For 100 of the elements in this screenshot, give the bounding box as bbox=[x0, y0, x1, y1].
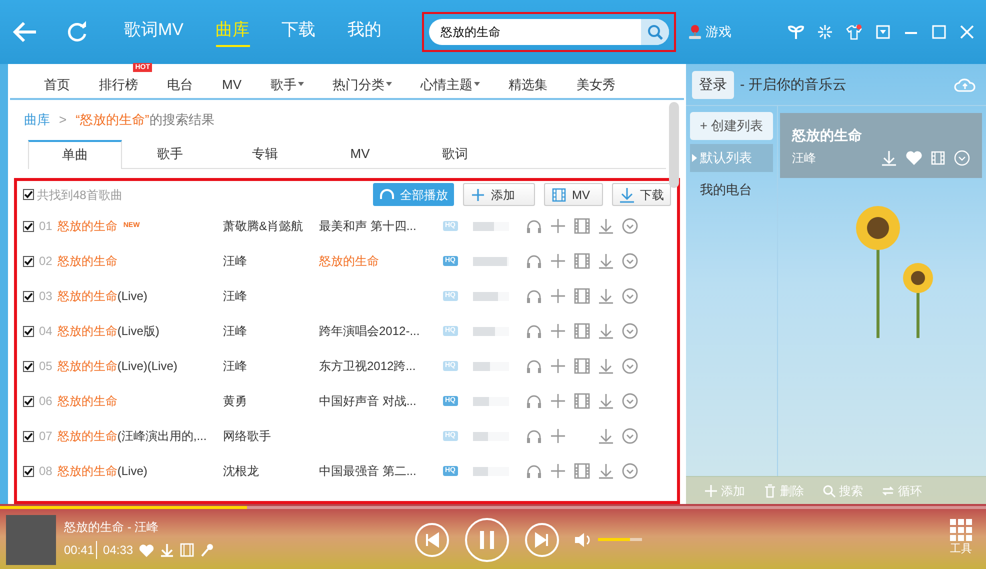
category-tab[interactable]: 首页 bbox=[44, 74, 70, 94]
headphones-icon[interactable] bbox=[526, 288, 542, 304]
volume-slider-fill[interactable] bbox=[598, 538, 630, 541]
film-icon[interactable] bbox=[574, 358, 590, 374]
previous-track-icon[interactable] bbox=[414, 522, 450, 558]
plus-icon[interactable] bbox=[550, 218, 566, 234]
checkbox[interactable] bbox=[23, 290, 34, 302]
headphones-icon[interactable] bbox=[526, 393, 542, 409]
artist-link[interactable]: 萧敬腾&肖懿航 bbox=[223, 217, 319, 235]
checkbox[interactable] bbox=[23, 326, 34, 336]
sprout-icon[interactable] bbox=[788, 24, 804, 40]
headphones-icon[interactable] bbox=[526, 218, 542, 234]
category-tab[interactable]: 精选集 bbox=[508, 74, 548, 94]
result-tab[interactable]: 歌手 bbox=[123, 140, 217, 168]
artist-link[interactable]: 汪峰 bbox=[223, 252, 319, 270]
album-link[interactable]: 中国最强音 第二... bbox=[319, 464, 416, 478]
download-icon[interactable] bbox=[598, 253, 614, 269]
download-icon[interactable] bbox=[598, 428, 614, 444]
search-field[interactable]: 怒放的生命 bbox=[428, 19, 668, 45]
film-icon[interactable] bbox=[574, 323, 590, 339]
album-link[interactable]: 跨年演唱会2012-... bbox=[319, 324, 420, 338]
checkbox[interactable] bbox=[23, 360, 34, 372]
song-title-link[interactable]: 怒放的生命(Live) bbox=[57, 287, 148, 305]
download-icon[interactable] bbox=[598, 463, 614, 479]
playlist-item[interactable]: 我的电台 bbox=[690, 176, 773, 204]
checkbox[interactable] bbox=[23, 189, 34, 200]
artist-link[interactable]: 网络歌手 bbox=[223, 427, 319, 445]
checkbox[interactable] bbox=[23, 396, 34, 406]
dropdown-box-icon[interactable] bbox=[876, 25, 890, 39]
headphones-icon[interactable] bbox=[526, 323, 542, 339]
song-title-link[interactable]: 怒放的生命(Live) bbox=[57, 462, 148, 480]
artist-link[interactable]: 汪峰 bbox=[223, 357, 319, 375]
more-options-icon[interactable] bbox=[622, 393, 638, 409]
checkbox[interactable] bbox=[23, 256, 34, 266]
checkbox[interactable] bbox=[23, 466, 34, 476]
more-options-icon[interactable] bbox=[622, 218, 638, 234]
category-tab[interactable]: 热门分类 bbox=[332, 74, 392, 94]
result-tab[interactable]: MV bbox=[313, 140, 407, 168]
scrollbar-thumb[interactable] bbox=[669, 102, 679, 188]
result-tab[interactable]: 单曲 bbox=[28, 140, 122, 168]
refresh-icon[interactable] bbox=[66, 21, 88, 43]
download-icon[interactable] bbox=[598, 288, 614, 304]
download-icon[interactable] bbox=[598, 323, 614, 339]
plus-icon[interactable] bbox=[550, 428, 566, 444]
artist-link[interactable]: 黄勇 bbox=[223, 392, 319, 410]
album-link[interactable]: 中国好声音 对战... bbox=[319, 394, 416, 408]
pause-icon[interactable] bbox=[464, 516, 510, 562]
category-tab[interactable]: 电台 bbox=[167, 74, 193, 94]
download-icon[interactable] bbox=[598, 358, 614, 374]
next-track-icon[interactable] bbox=[524, 522, 560, 558]
maximize-icon[interactable] bbox=[932, 25, 946, 39]
plus-icon[interactable] bbox=[550, 463, 566, 479]
headphones-icon[interactable] bbox=[526, 358, 542, 374]
heart-icon[interactable] bbox=[906, 151, 922, 165]
action-button[interactable]: 添加 bbox=[463, 183, 535, 206]
headphones-icon[interactable] bbox=[526, 428, 542, 444]
headphones-icon[interactable] bbox=[526, 463, 542, 479]
headphones-icon[interactable] bbox=[526, 253, 542, 269]
film-icon[interactable] bbox=[574, 288, 590, 304]
more-options-icon[interactable] bbox=[622, 253, 638, 269]
checkbox[interactable] bbox=[23, 430, 34, 442]
more-options-icon[interactable] bbox=[622, 428, 638, 444]
song-title-link[interactable]: 怒放的生命(Live版) bbox=[57, 322, 160, 340]
result-tab[interactable]: 专辑 bbox=[218, 140, 312, 168]
plus-icon[interactable] bbox=[550, 358, 566, 374]
close-icon[interactable] bbox=[960, 25, 974, 39]
result-tab[interactable]: 歌词 bbox=[408, 140, 502, 168]
plus-icon[interactable] bbox=[550, 323, 566, 339]
checkbox[interactable] bbox=[23, 220, 34, 232]
microphone-icon[interactable] bbox=[200, 543, 214, 557]
album-link[interactable]: 最美和声 第十四... bbox=[319, 219, 416, 233]
heart-icon[interactable] bbox=[139, 544, 154, 556]
volume-icon[interactable] bbox=[574, 532, 592, 548]
film-icon[interactable] bbox=[574, 463, 590, 479]
song-title-link[interactable]: 怒放的生命(Live)(Live) bbox=[57, 357, 178, 375]
album-link[interactable]: 东方卫视2012跨... bbox=[319, 359, 416, 373]
more-options-icon[interactable] bbox=[622, 358, 638, 374]
download-icon[interactable] bbox=[598, 393, 614, 409]
more-options-icon[interactable] bbox=[622, 463, 638, 479]
more-options-icon[interactable] bbox=[622, 288, 638, 304]
plus-icon[interactable] bbox=[550, 393, 566, 409]
artist-link[interactable]: 汪峰 bbox=[223, 322, 319, 340]
category-tab[interactable]: 心情主题 bbox=[420, 74, 480, 94]
back-icon[interactable] bbox=[12, 21, 38, 43]
sparkle-icon[interactable] bbox=[818, 25, 832, 39]
search-button[interactable] bbox=[640, 19, 668, 45]
cloud-upload-icon[interactable] bbox=[954, 78, 976, 92]
login-button[interactable]: 登录 bbox=[692, 70, 734, 98]
category-tab[interactable]: 排行榜 bbox=[99, 74, 138, 94]
plus-icon[interactable] bbox=[550, 288, 566, 304]
action-button[interactable]: 下载 bbox=[612, 183, 671, 206]
film-icon[interactable] bbox=[574, 253, 590, 269]
artist-link[interactable]: 汪峰 bbox=[223, 287, 319, 305]
create-playlist-button[interactable]: + 创建列表 bbox=[690, 112, 773, 140]
song-title-link[interactable]: 怒放的生命(汪峰演出用的,... bbox=[57, 427, 207, 445]
more-options-icon[interactable] bbox=[622, 323, 638, 339]
category-tab[interactable]: 美女秀 bbox=[576, 74, 616, 94]
film-icon[interactable] bbox=[574, 218, 590, 234]
download-icon[interactable] bbox=[598, 218, 614, 234]
category-tab[interactable]: 歌手 bbox=[270, 74, 304, 94]
